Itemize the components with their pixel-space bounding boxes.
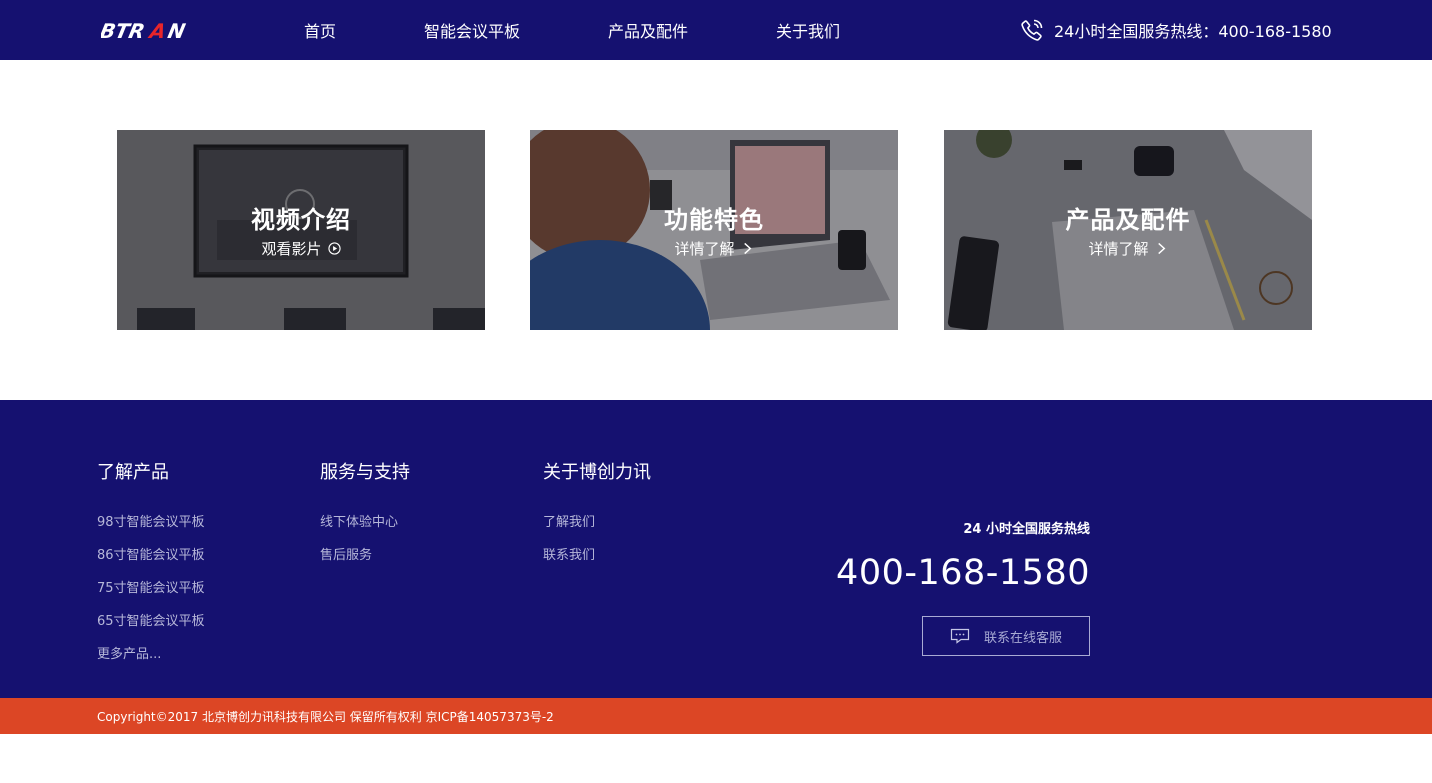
svg-text:BTR: BTR: [101, 19, 147, 42]
card-title: 产品及配件: [1065, 206, 1191, 234]
footer-link[interactable]: 售后服务: [320, 547, 410, 580]
nav-item-about[interactable]: 关于我们: [776, 18, 840, 42]
footer-column-products: 了解产品 98寸智能会议平板 86寸智能会议平板 75寸智能会议平板 65寸智能…: [97, 458, 205, 679]
svg-text:A: A: [146, 19, 169, 42]
footer-link[interactable]: 线下体验中心: [320, 514, 410, 547]
chat-bubble-icon: [950, 628, 970, 644]
card-features[interactable]: 功能特色 详情了解: [530, 130, 898, 330]
card-link[interactable]: 详情了解: [944, 238, 1312, 259]
card-link-label: 观看影片: [261, 240, 322, 258]
top-nav-bar: BTR A N 首页 智能会议平板 产品及配件 关于我们 24小时全国服务热线：…: [0, 0, 1432, 60]
chevron-right-icon: [743, 242, 751, 255]
footer-link[interactable]: 了解我们: [543, 514, 651, 547]
nav-item-products[interactable]: 产品及配件: [608, 18, 688, 42]
card-title: 功能特色: [664, 206, 764, 234]
footer-link[interactable]: 更多产品...: [97, 646, 205, 679]
card-link-label: 详情了解: [674, 240, 735, 258]
copyright-bar: Copyright©2017 北京博创力讯科技有限公司 保留所有权利 京ICP备…: [0, 698, 1432, 734]
service-hotline-number: 400-168-1580: [836, 553, 1090, 593]
hotline-text: 24小时全国服务热线：400-168-1580: [1054, 22, 1332, 41]
card-products[interactable]: 产品及配件 详情了解: [944, 130, 1312, 330]
footer-link[interactable]: 86寸智能会议平板: [97, 547, 205, 580]
svg-text:N: N: [166, 19, 188, 42]
card-link[interactable]: 观看影片: [117, 238, 485, 259]
online-chat-button[interactable]: 联系在线客服: [922, 616, 1090, 656]
chat-button-label: 联系在线客服: [983, 630, 1062, 646]
footer-heading: 了解产品: [97, 462, 169, 483]
header-hotline: 24小时全国服务热线：400-168-1580: [1020, 17, 1332, 43]
nav-item-smart-panel[interactable]: 智能会议平板: [424, 18, 520, 42]
brand-logo[interactable]: BTR A N: [101, 18, 213, 42]
card-title: 视频介绍: [251, 206, 351, 234]
service-hotline-label: 24 小时全国服务热线: [963, 522, 1090, 537]
nav-item-home[interactable]: 首页: [304, 18, 336, 42]
footer-heading: 关于博创力讯: [543, 462, 651, 483]
footer-link[interactable]: 75寸智能会议平板: [97, 580, 205, 613]
card-link-label: 详情了解: [1088, 240, 1149, 258]
footer-column-about: 关于博创力讯 了解我们 联系我们: [543, 458, 651, 580]
footer-column-service: 服务与支持 线下体验中心 售后服务: [320, 458, 410, 580]
site-footer: 了解产品 98寸智能会议平板 86寸智能会议平板 75寸智能会议平板 65寸智能…: [0, 400, 1432, 698]
card-link[interactable]: 详情了解: [530, 238, 898, 259]
footer-heading: 服务与支持: [320, 462, 410, 483]
play-circle-icon: [327, 242, 341, 255]
footer-link[interactable]: 98寸智能会议平板: [97, 514, 205, 547]
card-video-intro[interactable]: 视频介绍 观看影片: [117, 130, 485, 330]
footer-link[interactable]: 联系我们: [543, 547, 651, 580]
copyright-text: Copyright©2017 北京博创力讯科技有限公司 保留所有权利 京ICP备…: [97, 710, 554, 724]
footer-link[interactable]: 65寸智能会议平板: [97, 613, 205, 646]
phone-icon: [1021, 19, 1043, 41]
chevron-right-icon: [1157, 242, 1165, 255]
